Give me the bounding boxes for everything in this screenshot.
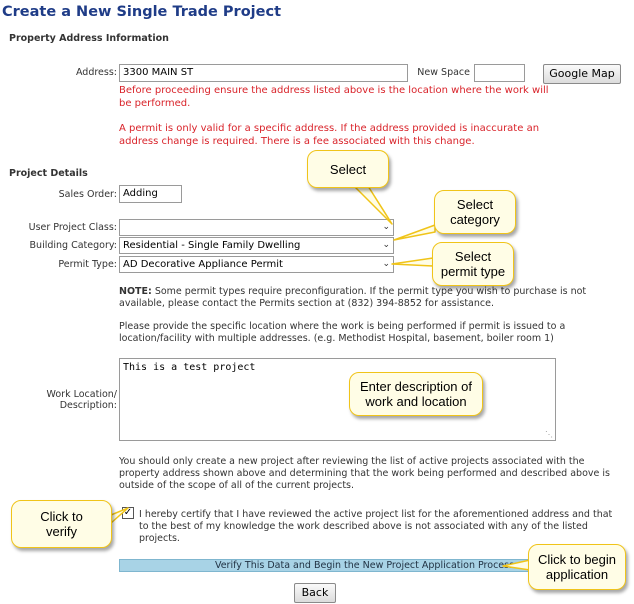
select-permit-callout-line-2: permit type bbox=[440, 264, 506, 279]
select-permit-callout: Select permit type bbox=[432, 242, 514, 286]
click-to-begin-callout-line-2: application bbox=[545, 567, 609, 582]
sales-order-label: Sales Order: bbox=[58, 189, 117, 200]
work-location-label: Work Location/ Description: bbox=[20, 389, 117, 411]
google-map-button[interactable]: Google Map bbox=[543, 64, 621, 84]
building-category-value: Residential - Single Family Dwelling bbox=[123, 240, 301, 251]
new-space-input[interactable] bbox=[474, 64, 525, 82]
work-location-label-line-1: Work Location/ bbox=[46, 389, 117, 400]
click-to-begin-callout: Click to begin application bbox=[528, 544, 626, 590]
address-label: Address: bbox=[75, 67, 117, 78]
select-category-callout: Select category bbox=[434, 190, 516, 234]
permit-type-select[interactable]: AD Decorative Appliance Permit ⌄ bbox=[119, 256, 394, 273]
permit-type-value: AD Decorative Appliance Permit bbox=[123, 259, 283, 270]
building-category-select[interactable]: Residential - Single Family Dwelling ⌄ bbox=[119, 237, 394, 254]
address-warning-2: A permit is only valid for a specific ad… bbox=[119, 123, 540, 147]
note-bold-label: NOTE: bbox=[119, 286, 152, 297]
back-button[interactable]: Back bbox=[294, 583, 336, 603]
work-location-textarea[interactable]: This is a test project ⋱ bbox=[119, 358, 556, 441]
user-project-class-label: User Project Class: bbox=[28, 222, 117, 233]
page-title: Create a New Single Trade Project bbox=[2, 4, 282, 20]
enter-description-callout: Enter description of work and location bbox=[349, 372, 483, 416]
review-instructions: You should only create a new project aft… bbox=[119, 456, 610, 491]
permit-note: NOTE: Some permit types require preconfi… bbox=[119, 286, 614, 310]
note-text: Some permit types require preconfigurati… bbox=[119, 286, 587, 309]
chevron-down-icon: ⌄ bbox=[382, 259, 390, 269]
user-project-class-select[interactable]: ⌄ bbox=[119, 219, 394, 236]
certify-checkbox[interactable]: ✓ bbox=[122, 507, 134, 519]
category-callout-tail bbox=[393, 224, 436, 241]
click-to-begin-callout-line-1: Click to begin bbox=[537, 552, 617, 567]
enter-description-callout-line-1: Enter description of bbox=[359, 379, 472, 394]
work-location-value: This is a test project bbox=[123, 362, 256, 373]
resize-grip-icon[interactable]: ⋱ bbox=[545, 430, 553, 439]
location-hint: Please provide the specific location whe… bbox=[119, 321, 566, 344]
select-callout-text: Select bbox=[329, 161, 367, 177]
work-location-label-line-2: Description: bbox=[59, 400, 117, 411]
checkmark-icon: ✓ bbox=[123, 507, 133, 518]
permit-type-label: Permit Type: bbox=[58, 259, 117, 270]
click-to-verify-callout-line-2: verify bbox=[45, 524, 78, 539]
select-category-callout-line-1: Select bbox=[456, 197, 494, 212]
property-section-heading: Property Address Information bbox=[9, 33, 169, 44]
new-space-label: New Space bbox=[417, 67, 470, 78]
click-to-verify-callout-line-1: Click to bbox=[40, 509, 83, 524]
select-permit-callout-line-1: Select bbox=[454, 249, 492, 264]
address-warning-1: Before proceeding ensure the address lis… bbox=[119, 85, 549, 109]
chevron-down-icon: ⌄ bbox=[382, 240, 390, 250]
chevron-down-icon: ⌄ bbox=[382, 222, 390, 232]
building-category-label: Building Category: bbox=[29, 240, 117, 251]
address-input[interactable]: 3300 MAIN ST bbox=[119, 64, 408, 82]
sales-order-input[interactable]: Adding bbox=[119, 185, 182, 203]
click-to-verify-callout: Click to verify bbox=[11, 500, 112, 548]
certify-text: I hereby certify that I have reviewed th… bbox=[139, 509, 613, 544]
select-category-callout-line-2: category bbox=[450, 212, 500, 227]
select-callout: Select bbox=[307, 150, 389, 188]
enter-description-callout-line-2: work and location bbox=[365, 394, 467, 409]
project-section-heading: Project Details bbox=[9, 168, 88, 179]
permit-callout-tail bbox=[391, 257, 434, 267]
